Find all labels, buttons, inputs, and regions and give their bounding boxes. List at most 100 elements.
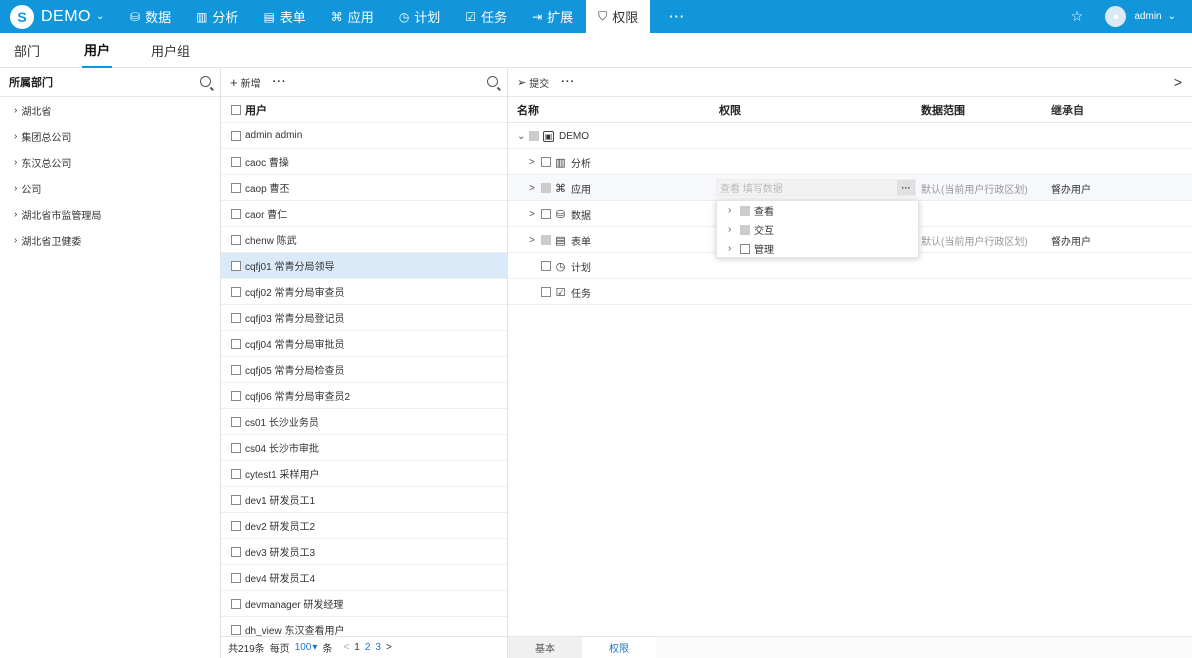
user-row[interactable]: devmanager 研发经理 [221,591,507,617]
tree-item[interactable]: › 东汉总公司 [0,149,220,175]
permission-more-button[interactable]: ··· [897,180,915,195]
chevron-right-icon[interactable]: › [728,205,740,216]
nav-item-plans[interactable]: ◷ 计划 [387,0,453,33]
tab-users[interactable]: 用户 [82,33,113,68]
permission-row-demo[interactable]: ⌄ ▣ DEMO [508,123,1192,149]
user-row[interactable]: cqfj03 常青分局登记员 [221,305,507,331]
chevron-right-icon[interactable]: › [728,243,740,254]
tree-item[interactable]: › 湖北省 [0,97,220,123]
search-icon[interactable] [487,76,498,87]
row-checkbox[interactable] [231,312,241,323]
user-row[interactable]: dev4 研发员工4 [221,565,507,591]
chevron-right-icon[interactable]: > [529,183,541,194]
more-actions-button[interactable]: ··· [273,76,287,88]
user-row[interactable]: cqfj05 常青分局检查员 [221,357,507,383]
nav-item-apps[interactable]: ⌘ 应用 [319,0,386,33]
chevron-down-icon[interactable]: ⌄ [517,131,529,142]
page-3-button[interactable]: 3 [375,642,381,653]
user-row[interactable]: cqfj06 常青分局审查员2 [221,383,507,409]
nav-more-button[interactable]: ··· [651,0,703,33]
chevron-right-icon[interactable]: > [529,209,541,220]
option-checkbox[interactable] [740,205,750,216]
row-checkbox[interactable] [231,442,241,453]
user-row[interactable]: dev3 研发员工3 [221,539,507,565]
option-checkbox[interactable] [740,243,750,254]
caret-down-icon[interactable]: ▾ [312,642,317,653]
chevron-right-icon[interactable]: › [14,105,17,116]
chevron-right-icon[interactable]: > [1174,74,1182,90]
chevron-right-icon[interactable]: › [14,235,17,246]
permission-row-analysis[interactable]: > ▥ 分析 [508,149,1192,175]
row-checkbox[interactable] [231,234,241,245]
page-1-button[interactable]: 1 [354,642,360,653]
user-row[interactable]: caop 曹丕 [221,175,507,201]
user-row[interactable]: cqfj02 常青分局审查员 [221,279,507,305]
user-name[interactable]: admin [1134,11,1161,22]
submit-button[interactable]: ➢ 提交 [517,75,549,90]
more-actions-button[interactable]: ··· [561,76,575,88]
chevron-right-icon[interactable]: › [14,209,17,220]
row-checkbox[interactable] [231,416,241,427]
row-checkbox[interactable] [231,390,241,401]
dropdown-option-view[interactable]: › 查看 [717,201,918,220]
star-icon[interactable]: ☆ [1071,8,1084,25]
row-checkbox[interactable] [541,209,551,219]
prev-page-button[interactable]: < [343,642,349,653]
user-row[interactable]: caor 曹仁 [221,201,507,227]
permission-row-apps[interactable]: > ⌘ 应用 查看 填写数据 ··· 默认(当前用户行政区划) 督办用户 [508,175,1192,201]
user-row[interactable]: admin admin [221,123,507,149]
next-page-button[interactable]: > [386,642,392,653]
row-checkbox[interactable] [231,546,241,557]
page-2-button[interactable]: 2 [365,642,371,653]
option-checkbox[interactable] [740,224,750,235]
tree-item[interactable]: › 湖北省卫健委 [0,227,220,253]
user-row[interactable]: chenw 陈武 [221,227,507,253]
dropdown-option-manage[interactable]: › 管理 [717,239,918,258]
row-checkbox[interactable] [231,494,241,505]
user-row[interactable]: cqfj04 常青分局审批员 [221,331,507,357]
chevron-down-icon[interactable]: ⌄ [1168,11,1176,22]
permission-row-tasks[interactable]: ☑ 任务 [508,279,1192,305]
chevron-right-icon[interactable]: › [14,183,17,194]
row-checkbox[interactable] [231,468,241,479]
tab-basic[interactable]: 基本 [508,637,582,658]
row-checkbox[interactable] [231,364,241,375]
tab-departments[interactable]: 部门 [14,33,40,68]
nav-item-extensions[interactable]: ⇥ 扩展 [520,0,585,33]
tree-item[interactable]: › 公司 [0,175,220,201]
data-scope-value[interactable]: 默认(当前用户行政区划) [921,175,1028,201]
page-size-select[interactable]: 100 [295,642,312,653]
row-checkbox[interactable] [541,261,551,271]
row-checkbox[interactable] [541,157,551,167]
user-row[interactable]: dev1 研发员工1 [221,487,507,513]
permission-select[interactable]: 查看 填写数据 ··· [716,179,916,196]
user-row[interactable]: cytest1 采样用户 [221,461,507,487]
nav-item-data[interactable]: ⛁ 数据 [118,0,183,33]
row-checkbox[interactable] [231,598,241,609]
row-checkbox[interactable] [231,286,241,297]
user-row[interactable]: cs04 长沙市审批 [221,435,507,461]
nav-item-tasks[interactable]: ☑ 任务 [453,0,519,33]
row-checkbox[interactable] [231,520,241,531]
user-row[interactable]: dev2 研发员工2 [221,513,507,539]
row-checkbox[interactable] [231,572,241,583]
nav-item-forms[interactable]: ▤ 表单 [251,0,317,33]
tree-item[interactable]: › 湖北省市监管理局 [0,201,220,227]
chevron-right-icon[interactable]: › [728,224,740,235]
search-icon[interactable] [200,76,211,87]
row-checkbox[interactable] [541,287,551,297]
nav-item-analysis[interactable]: ▥ 分析 [184,0,250,33]
dropdown-option-interact[interactable]: › 交互 [717,220,918,239]
user-row[interactable]: cs01 长沙业务员 [221,409,507,435]
row-checkbox[interactable] [231,156,241,167]
app-switcher[interactable]: S DEMO ⌄ [0,0,118,33]
tab-user-groups[interactable]: 用户组 [151,33,190,68]
data-scope-value[interactable]: 默认(当前用户行政区划) [921,227,1028,253]
tree-item[interactable]: › 集团总公司 [0,123,220,149]
add-user-button[interactable]: + 新增 [230,75,261,90]
row-checkbox[interactable] [541,235,551,245]
chevron-right-icon[interactable]: > [529,157,541,168]
tab-permissions[interactable]: 权限 [582,637,656,658]
select-all-checkbox[interactable] [231,104,241,115]
user-row[interactable]: caoc 曹操 [221,149,507,175]
